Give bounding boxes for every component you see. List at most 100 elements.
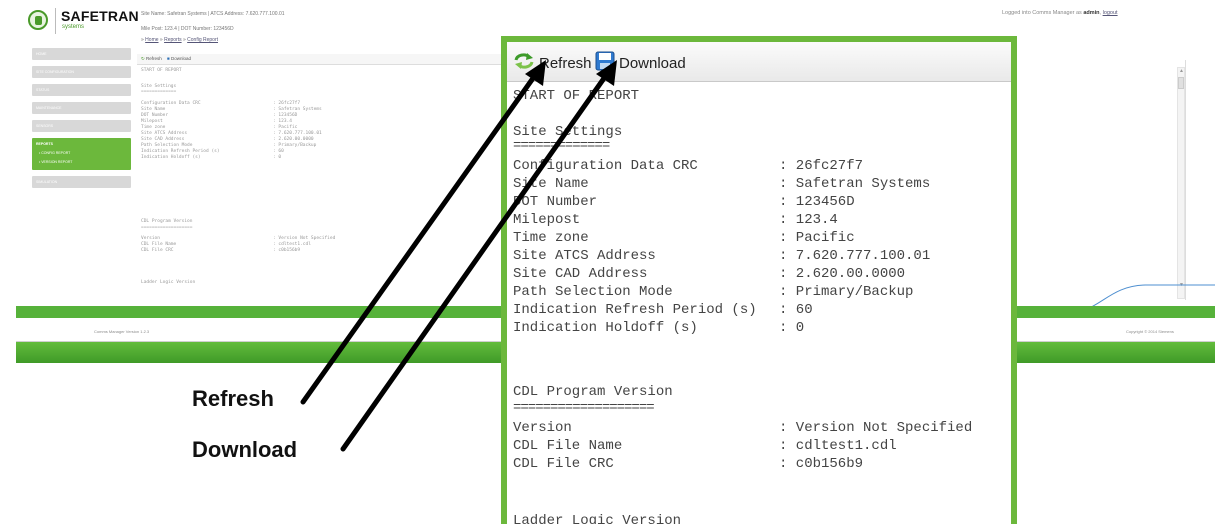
report-row: Configuration Data CRC: [141, 101, 201, 106]
breadcrumb-config-report[interactable]: Config Report: [187, 37, 218, 43]
report-row: Time zone: [141, 125, 166, 130]
sidebar-item-reports[interactable]: REPORTS: [36, 142, 127, 146]
report-value: : 60: [273, 149, 284, 154]
report-value: : 123.4: [273, 119, 292, 124]
report-value: : Safetran Systems: [273, 107, 322, 112]
sidebar-item-config-report[interactable]: • CONFIG REPORT: [36, 151, 127, 155]
report-row: Path Selection Mode: [513, 284, 673, 300]
brand-name: SAFETRAN: [61, 8, 139, 24]
figure: SAFETRAN systems Site Name: Safetran Sys…: [0, 0, 1215, 524]
report-value: : 7.620.777.100.01: [273, 131, 322, 136]
breadcrumb-sep: »: [182, 37, 186, 43]
breadcrumb-home[interactable]: Home: [145, 37, 158, 43]
report-row: Site Name: [513, 176, 589, 192]
mini-download-button[interactable]: ■ Download: [167, 56, 191, 61]
download-label: Download: [619, 54, 686, 72]
ladder-title: Ladder Logic Version: [513, 513, 682, 524]
sidebar-item-site-configuration[interactable]: SITE CONFIGURATION: [32, 66, 131, 78]
report-row: Site ATCS Address: [513, 248, 656, 264]
report-row: Milepost: [513, 212, 581, 228]
login-status: Logged into Comms Manager as admin, logo…: [1002, 10, 1118, 16]
breadcrumb-reports[interactable]: Reports: [164, 37, 182, 43]
report-value: : 123456D: [779, 194, 855, 210]
cdl-title: CDL Program Version: [513, 384, 673, 400]
report-row: Milepost: [141, 119, 163, 124]
report-value: : 123456D: [273, 113, 298, 118]
report-row: CDL File Name: [513, 438, 623, 454]
floppy-disk-icon: ■: [167, 56, 170, 61]
report-text-area: START OF REPORT Site Settings ==========…: [141, 68, 507, 298]
report-value: : 2.620.00.0000: [779, 266, 906, 282]
download-callout-label: Download: [192, 437, 298, 462]
breadcrumb: » Home » Reports » Config Report: [141, 37, 218, 43]
sidebar-item-status[interactable]: STATUS: [32, 84, 131, 96]
breadcrumb-sep: »: [141, 37, 144, 43]
login-prefix: Logged into Comms Manager as: [1002, 10, 1082, 16]
sidebar-group-reports[interactable]: REPORTS • CONFIG REPORT • VERSION REPORT: [32, 138, 131, 170]
scroll-up-arrow-icon[interactable]: ▲: [1179, 68, 1184, 74]
logo-icon: [28, 10, 48, 30]
refresh-icon: ↻: [141, 56, 145, 61]
logo-divider: [55, 8, 56, 34]
download-button[interactable]: Download: [595, 51, 686, 75]
report-value: : 26fc27f7: [273, 101, 301, 106]
report-row: CDL File CRC: [513, 456, 614, 472]
zoomed-toolbar: Refresh Download: [507, 42, 1011, 82]
report-toolbar: ↻ Refresh ■ Download: [137, 54, 507, 65]
scroll-thumb[interactable]: [1178, 77, 1184, 89]
floppy-disk-icon: [595, 51, 615, 75]
report-value: : 0: [273, 155, 282, 160]
sidebar-nav: HOME SITE CONFIGURATION STATUS MAINTENAN…: [32, 48, 131, 194]
report-start: START OF REPORT: [513, 88, 640, 104]
site-info: Site Name: Safetran Systems | ATCS Addre…: [141, 11, 285, 17]
report-value: : 2.620.00.0000: [273, 137, 314, 142]
sidebar-item-maintenance[interactable]: MAINTENANCE: [32, 102, 131, 114]
cdl-underline: ===================: [141, 225, 193, 230]
report-row: Site Name: [141, 107, 166, 112]
report-value: : Version Not Specified: [779, 420, 973, 436]
report-row: Indication Holdoff (s): [141, 155, 201, 160]
report-value: : Pacific: [273, 125, 298, 130]
report-value: : 123.4: [779, 212, 838, 228]
brand-subtitle: systems: [62, 24, 85, 30]
sidebar-item-sensors[interactable]: SENSORS: [32, 120, 131, 132]
report-start: START OF REPORT: [141, 68, 182, 73]
report-row: Site CAD Address: [513, 266, 648, 282]
sidebar-item-simulation[interactable]: SIMULATION: [32, 176, 131, 188]
login-user: admin: [1083, 10, 1100, 16]
site-settings-underline: =============: [141, 89, 177, 94]
report-row: Site CAD Address: [141, 137, 185, 142]
report-value: : 26fc27f7: [779, 158, 864, 174]
report-row: Time zone: [513, 230, 589, 246]
report-row: Site ATCS Address: [141, 131, 188, 136]
report-value: : cdltest1.cdl: [273, 242, 311, 247]
mini-download-label: Download: [170, 56, 191, 61]
safetran-logo[interactable]: SAFETRAN systems: [28, 8, 139, 36]
cdl-title: CDL Program Version: [141, 219, 193, 224]
site-info-secondary: Mile Post: 123.4 | DOT Number: 123456D: [141, 26, 234, 32]
report-value: : Safetran Systems: [779, 176, 931, 192]
footer-copyright: Copyright © 2014 Siemens: [1126, 329, 1174, 334]
mini-refresh-label: Refresh: [146, 56, 162, 61]
refresh-button[interactable]: Refresh: [513, 51, 592, 75]
zoomed-report-panel: Refresh Download START OF REPORT Site Se…: [501, 36, 1017, 524]
report-row: Indication Refresh Period (s): [141, 149, 220, 154]
report-scrollbar[interactable]: [1177, 67, 1185, 299]
report-value: : 60: [779, 302, 813, 318]
ladder-title: Ladder Logic Version: [141, 280, 196, 285]
report-value: : Primary/Backup: [273, 143, 317, 148]
report-row: Version: [141, 236, 160, 241]
cdl-underline: ===================: [513, 400, 655, 416]
report-value: : c0b156b9: [779, 456, 864, 472]
sidebar-item-home[interactable]: HOME: [32, 48, 131, 60]
report-value: : Pacific: [779, 230, 855, 246]
breadcrumb-sep: »: [159, 37, 163, 43]
report-row: DOT Number: [513, 194, 598, 210]
refresh-callout-label: Refresh: [192, 386, 274, 411]
mini-refresh-button[interactable]: ↻ Refresh: [141, 56, 162, 62]
logout-link[interactable]: logout: [1103, 10, 1118, 16]
footer-version: Comms Manager Version 1.2.3: [94, 329, 150, 334]
site-settings-underline: =============: [513, 138, 610, 154]
report-row: CDL File CRC: [141, 248, 174, 253]
sidebar-item-version-report[interactable]: • VERSION REPORT: [36, 160, 127, 164]
